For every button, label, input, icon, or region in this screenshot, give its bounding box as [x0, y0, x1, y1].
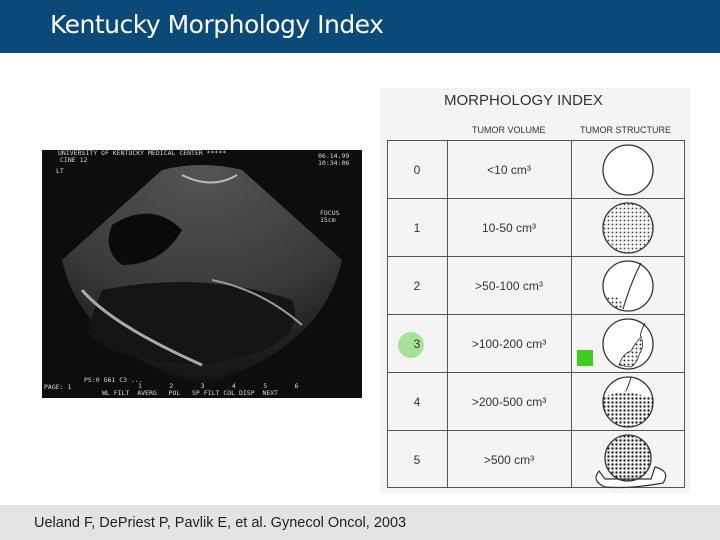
ultrasound-ps: PS:0 G61 C3 ...: [84, 376, 143, 384]
table-title: MORPHOLOGY INDEX: [444, 92, 603, 109]
row-index: 0: [413, 163, 421, 177]
row-index: 4: [413, 395, 421, 409]
row-volume: >50-100 cm³: [475, 279, 543, 293]
table-row: 1 10-50 cm³: [387, 198, 685, 257]
table-row: 3 >100-200 cm³: [387, 314, 685, 373]
slide-title: Kentucky Morphology Index: [50, 10, 384, 39]
ultrasound-focus-value: 15cm: [320, 216, 336, 224]
row-index: 1: [413, 221, 421, 235]
ultrasound-scan: [62, 165, 342, 385]
table-row: 2 >50-100 cm³: [387, 256, 685, 315]
septated-circle-icon: [571, 257, 685, 315]
row-volume: <10 cm³: [487, 163, 531, 177]
table-row: 5 >500 cm³: [387, 430, 685, 489]
stippled-circle-icon: [571, 199, 685, 257]
row-volume: >500 cm³: [483, 453, 535, 467]
column-header-structure: TUMOR STRUCTURE: [580, 125, 671, 135]
mostly-solid-circle-icon: [571, 373, 685, 431]
solid-with-extension-circle-icon: [571, 431, 685, 489]
ultrasound-lt: LT: [56, 167, 64, 175]
ultrasound-cine: CINE 12: [60, 156, 88, 164]
ultrasound-controls: WL FILT AVERG POL SP FILT COL DISP NEXT: [102, 389, 279, 397]
column-header-volume: TUMOR VOLUME: [472, 125, 546, 135]
morphology-index-table: MORPHOLOGY INDEX TUMOR VOLUME TUMOR STRU…: [380, 88, 690, 493]
table-row: 4 >200-500 cm³: [387, 372, 685, 431]
empty-circle-icon: [571, 141, 685, 199]
row-volume: >200-500 cm³: [471, 395, 547, 409]
table-grid: 0 <10 cm³ 1 10-50 cm³ 2 >50-100 cm³ 3 >1…: [387, 140, 685, 489]
row-volume: 10-50 cm³: [481, 221, 537, 235]
table-row: 0 <10 cm³: [387, 140, 685, 199]
row-index: 3: [413, 337, 421, 351]
row-index: 2: [413, 279, 421, 293]
ultrasound-time: 10:34:06: [318, 159, 350, 167]
row-index: 5: [413, 453, 421, 467]
ultrasound-page: PAGE: 1: [44, 383, 72, 391]
row-volume: >100-200 cm³: [471, 337, 547, 351]
green-marker: [577, 350, 593, 366]
ultrasound-image: UNIVERSITY OF KENTUCKY MEDICAL CENTER **…: [42, 150, 362, 398]
citation: Ueland F, DePriest P, Pavlik E, et al. G…: [34, 515, 407, 531]
